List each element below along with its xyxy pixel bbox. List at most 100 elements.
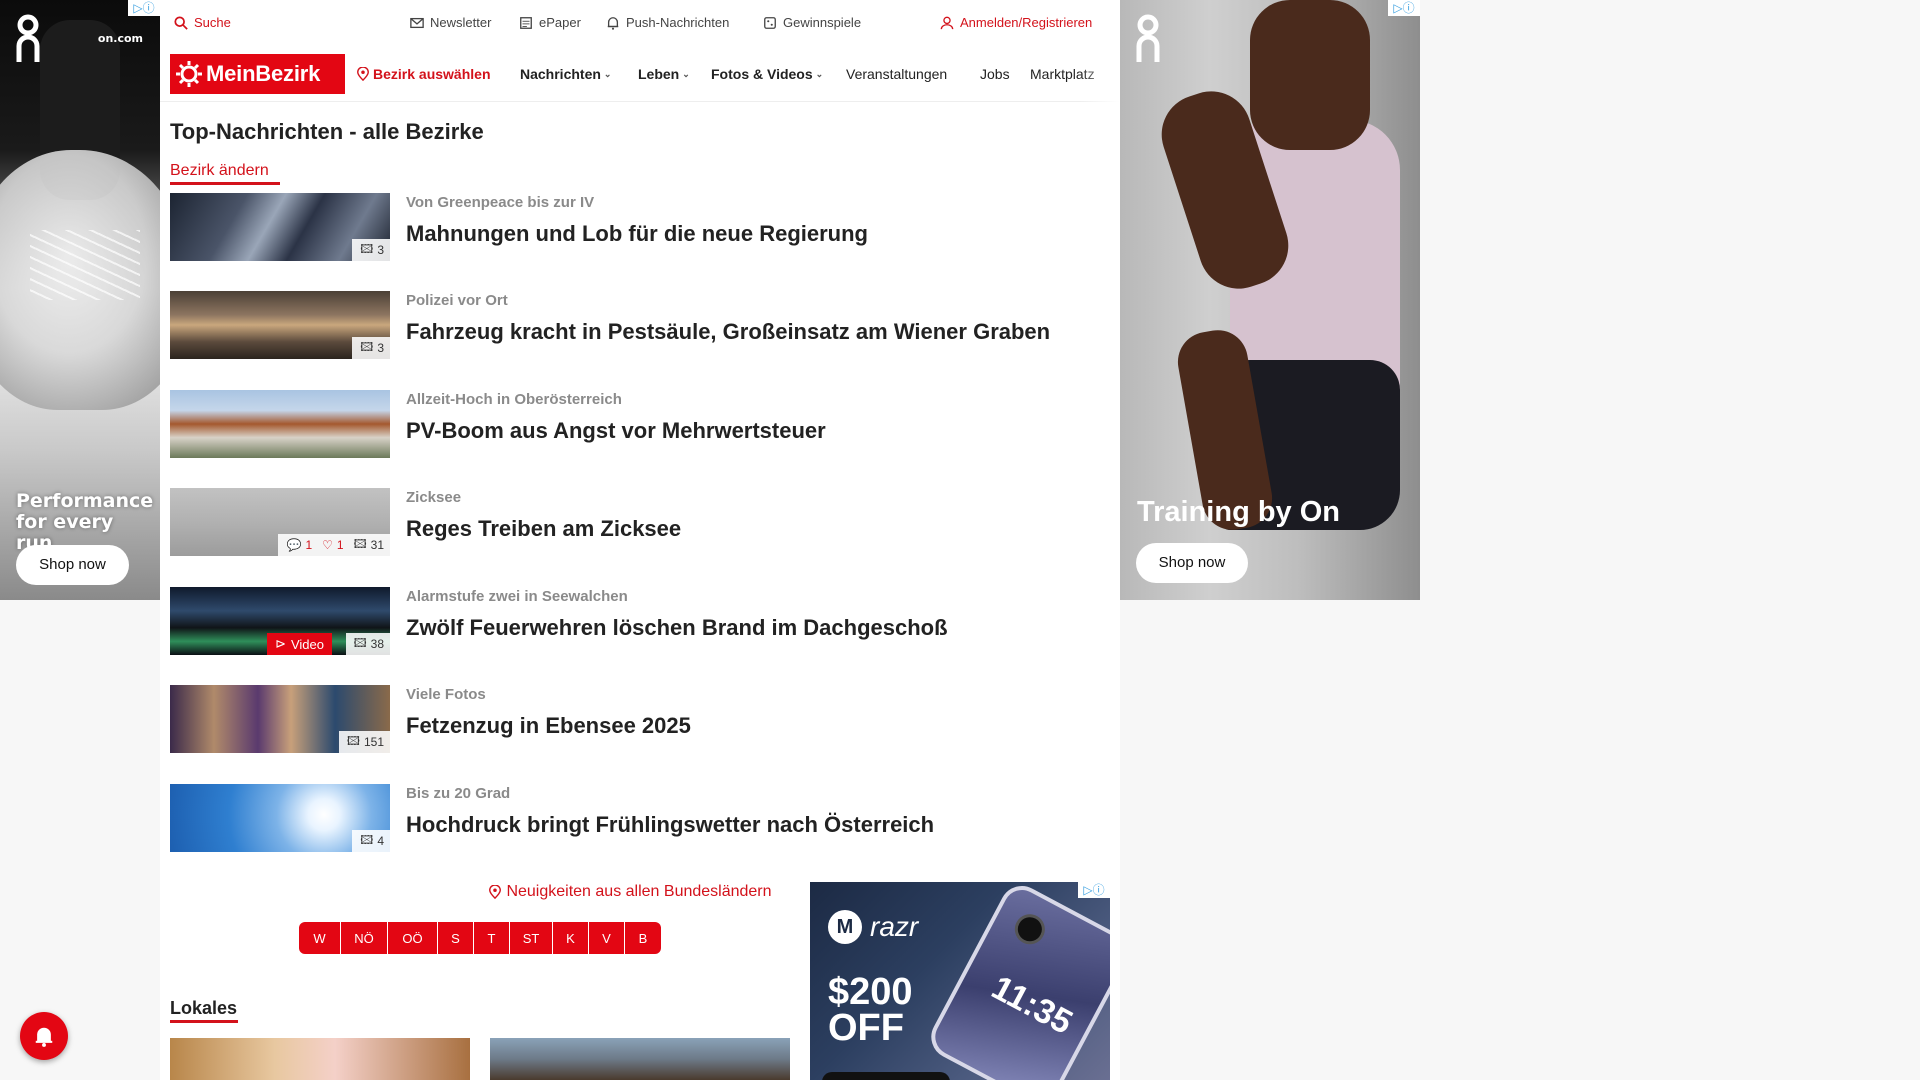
article-item[interactable]: 🖾 4 Bis zu 20 Grad Hochdruck bringt Frühl… xyxy=(170,784,1110,852)
photo-count-badge: 🖾 3 xyxy=(352,239,390,261)
photo-count: 3 xyxy=(377,243,384,257)
photo-count: 31 xyxy=(370,538,384,552)
ad-shop-now-button[interactable]: Shop now xyxy=(1136,543,1248,583)
article-item[interactable]: 🖾 3 Von Greenpeace bis zur IV Mahnungen u… xyxy=(170,193,1110,261)
lokales-thumbnail[interactable] xyxy=(490,1038,790,1080)
select-district-label: Bezirk auswählen xyxy=(373,66,491,82)
epaper-label: ePaper xyxy=(539,15,581,30)
page-title: Top-Nachrichten - alle Bezirke xyxy=(170,119,484,144)
nav-label-fotos-videos: Fotos & Videos xyxy=(711,66,813,82)
state-button-st[interactable]: ST xyxy=(510,922,552,954)
gift-icon xyxy=(764,16,776,29)
photo-count-badge: 🖾 38 xyxy=(345,633,390,655)
state-button-noe[interactable]: NÖ xyxy=(341,922,387,954)
article-headline[interactable]: Zwölf Feuerwehren löschen Brand im Dachg… xyxy=(406,615,948,641)
nav-item-jobs[interactable]: Jobs xyxy=(980,66,1010,82)
article-thumbnail[interactable]: ⊳ Video 🖾 38 xyxy=(170,587,390,655)
state-button-t[interactable]: T xyxy=(474,922,509,954)
bell-icon xyxy=(35,1027,53,1047)
article-headline[interactable]: PV-Boom aus Angst vor Mehrwertsteuer xyxy=(406,418,826,444)
ad-shop-now-button[interactable]: Shop now xyxy=(16,545,129,585)
image-icon: 🖾 xyxy=(360,832,374,847)
meinbezirk-logo[interactable]: MeinBezirk xyxy=(170,54,345,94)
select-district-button[interactable]: Bezirk auswählen xyxy=(356,66,491,82)
login-link[interactable]: Anmelden/Registrieren xyxy=(940,15,1092,30)
nav-item-leben[interactable]: Leben ⌄ xyxy=(638,66,690,82)
chevron-down-icon: ⌄ xyxy=(682,68,690,79)
photo-count-badge: 🖾 4 xyxy=(352,830,390,852)
change-district-underline xyxy=(170,182,280,185)
state-button-v[interactable]: V xyxy=(589,922,624,954)
article-thumbnail[interactable]: 💬 1 ♡ 1 🖾 31 xyxy=(170,488,390,556)
location-pin-icon xyxy=(489,885,502,899)
lokales-underline xyxy=(170,1020,238,1023)
razr-cta-button[interactable] xyxy=(822,1072,950,1080)
article-item[interactable]: ⊳ Video 🖾 38 Alarmstufe zwei in Seewalchen… xyxy=(170,587,1110,655)
search-link[interactable]: Suche xyxy=(174,15,231,30)
nav-item-nachrichten[interactable]: Nachrichten ⌄ xyxy=(520,66,611,82)
razr-clock: 11:35 xyxy=(985,968,1079,1042)
article-headline[interactable]: Hochdruck bringt Frühlingswetter nach Ös… xyxy=(406,812,934,838)
lokales-thumbnail[interactable] xyxy=(170,1038,470,1080)
state-button-b[interactable]: B xyxy=(625,922,661,954)
on-logo-icon xyxy=(1136,14,1160,69)
comment-count: 1 xyxy=(305,538,313,552)
newsletter-link[interactable]: Newsletter xyxy=(410,15,491,30)
image-icon: 🖾 xyxy=(353,536,367,551)
on-logo-icon xyxy=(16,14,40,69)
engagement-badge: 💬 1 ♡ 1 🖾 31 xyxy=(278,534,390,556)
article-thumbnail[interactable]: 🖾 151 xyxy=(170,685,390,753)
state-button-w[interactable]: W xyxy=(299,922,340,954)
article-thumbnail[interactable]: 🖾 3 xyxy=(170,291,390,359)
ad-banner-left[interactable]: on.com ▷ⓘ Performance for every run Shop… xyxy=(0,0,160,600)
photo-count: 38 xyxy=(370,637,384,651)
ad-lace-image xyxy=(30,230,140,300)
ad-banner-razr[interactable]: Mrazr $200 OFF 11:35 ▷ⓘ xyxy=(810,882,1110,1080)
adchoices-icon[interactable]: ▷ⓘ xyxy=(1078,882,1110,898)
state-button-k[interactable]: K xyxy=(553,922,588,954)
article-kicker: Alarmstufe zwei in Seewalchen xyxy=(406,588,628,605)
article-thumbnail[interactable] xyxy=(170,390,390,458)
article-item[interactable]: Allzeit-Hoch in Oberösterreich PV-Boom a… xyxy=(170,390,1110,458)
razr-brand-text: razr xyxy=(870,911,919,942)
article-item[interactable]: 🖾 3 Polizei vor Ort Fahrzeug kracht in Pe… xyxy=(170,291,1110,359)
ad-banner-right[interactable]: ▷ⓘ Training by On Shop now xyxy=(1120,0,1420,600)
nav-item-veranstaltungen[interactable]: Veranstaltungen xyxy=(846,66,947,82)
push-notification-button[interactable] xyxy=(20,1012,68,1060)
nav-label-nachrichten: Nachrichten xyxy=(520,66,601,82)
article-thumbnail[interactable]: 🖾 3 xyxy=(170,193,390,261)
article-headline[interactable]: Mahnungen und Lob für die neue Regierung xyxy=(406,221,868,247)
location-pin-icon xyxy=(357,67,369,81)
state-button-ooe[interactable]: OÖ xyxy=(388,922,437,954)
article-headline[interactable]: Fetzenzug in Ebensee 2025 xyxy=(406,713,691,739)
razr-phone-image: 11:35 xyxy=(923,882,1110,1080)
state-button-group: W NÖ OÖ S T ST K V B xyxy=(299,922,661,954)
razr-offer: $200 OFF xyxy=(828,971,913,1049)
adchoices-icon[interactable]: ▷ⓘ xyxy=(128,0,160,16)
image-icon: 🖾 xyxy=(346,733,360,748)
article-item[interactable]: 💬 1 ♡ 1 🖾 31 Zicksee Reges Treiben am Zicks… xyxy=(170,488,1110,556)
photo-count: 151 xyxy=(363,735,384,749)
push-notifications-link[interactable]: Push-Nachrichten xyxy=(606,15,729,30)
push-label: Push-Nachrichten xyxy=(626,15,730,30)
newspaper-icon xyxy=(520,16,532,29)
utility-bar: Suche Newsletter ePaper Push-Nachrichten… xyxy=(160,0,1120,46)
change-district-link[interactable]: Bezirk ändern xyxy=(170,162,269,180)
gewinnspiele-link[interactable]: Gewinnspiele xyxy=(763,15,861,30)
article-kicker: Von Greenpeace bis zur IV xyxy=(406,194,595,211)
nav-item-fotos-videos[interactable]: Fotos & Videos ⌄ xyxy=(711,66,823,82)
main-navigation: MeinBezirk Bezirk auswählen Nachrichten ⌄… xyxy=(160,46,1120,102)
razr-offer-line2: OFF xyxy=(828,1007,904,1049)
article-kicker: Zicksee xyxy=(406,489,462,506)
article-headline[interactable]: Reges Treiben am Zicksee xyxy=(406,516,681,542)
camera-icon xyxy=(1009,908,1051,950)
video-label: Video xyxy=(290,636,324,652)
article-headline[interactable]: Fahrzeug kracht in Pestsäule, Großeinsat… xyxy=(406,319,1050,345)
razr-logo: Mrazr xyxy=(828,910,918,944)
state-button-s[interactable]: S xyxy=(438,922,473,954)
article-thumbnail[interactable]: 🖾 4 xyxy=(170,784,390,852)
epaper-link[interactable]: ePaper xyxy=(519,15,581,30)
article-item[interactable]: 🖾 151 Viele Fotos Fetzenzug in Ebensee 20… xyxy=(170,685,1110,753)
adchoices-icon[interactable]: ▷ⓘ xyxy=(1388,0,1420,16)
razr-offer-line1: $200 xyxy=(828,971,913,1013)
